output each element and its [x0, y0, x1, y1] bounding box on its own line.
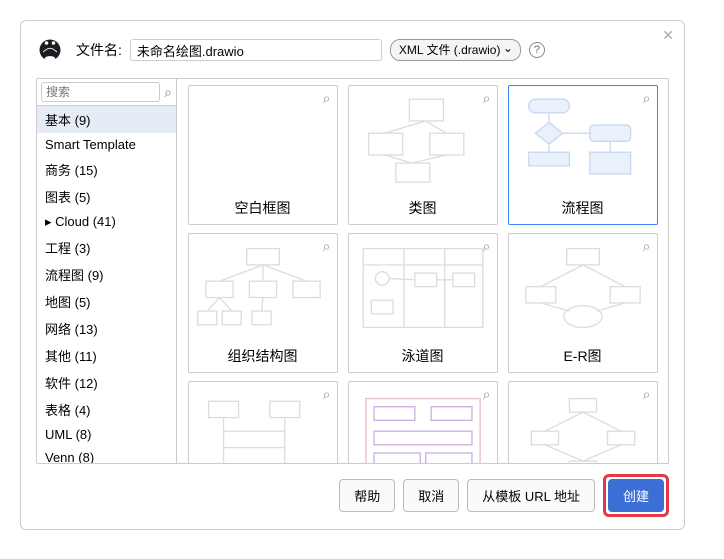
dialog-body: ⌕ 基本 (9)Smart Template商务 (15)图表 (5)▸ Clo…: [36, 78, 669, 464]
template-thumbnail: [189, 382, 337, 463]
template-label: 泳道图: [402, 342, 444, 372]
help-icon[interactable]: ?: [529, 42, 545, 58]
search-icon[interactable]: ⌕: [164, 84, 172, 101]
new-diagram-dialog: ✕ 文件名: XML 文件 (.drawio) ? ⌕ 基本 (9)Smart …: [20, 20, 685, 530]
filetype-select[interactable]: XML 文件 (.drawio): [390, 39, 521, 61]
category-item[interactable]: 商务 (15): [37, 156, 176, 183]
category-item[interactable]: 流程图 (9): [37, 261, 176, 288]
template-thumbnail: [509, 234, 657, 342]
template-thumbnail: [349, 234, 497, 342]
zoom-icon[interactable]: ⌕: [643, 386, 651, 403]
zoom-icon[interactable]: ⌕: [483, 90, 491, 107]
category-item[interactable]: ▸ Cloud (41): [37, 210, 176, 234]
close-icon[interactable]: ✕: [662, 27, 674, 44]
template-label: 流程图: [562, 194, 604, 224]
category-item[interactable]: 表格 (4): [37, 396, 176, 423]
category-item[interactable]: 图表 (5): [37, 183, 176, 210]
search-row: ⌕: [37, 79, 176, 106]
category-item[interactable]: 地图 (5): [37, 288, 176, 315]
create-button[interactable]: 创建: [608, 479, 664, 512]
template-thumbnail: [349, 382, 497, 463]
category-item[interactable]: 网络 (13): [37, 315, 176, 342]
cancel-button[interactable]: 取消: [403, 479, 459, 512]
category-item[interactable]: 软件 (12): [37, 369, 176, 396]
category-sidebar: ⌕ 基本 (9)Smart Template商务 (15)图表 (5)▸ Clo…: [37, 79, 177, 463]
zoom-icon[interactable]: ⌕: [323, 90, 331, 107]
search-input[interactable]: [41, 82, 160, 102]
template-card[interactable]: ⌕ 组织结构图: [188, 233, 338, 373]
category-item[interactable]: 工程 (3): [37, 234, 176, 261]
category-item[interactable]: UML (8): [37, 423, 176, 446]
template-card[interactable]: ⌕ 类图: [348, 85, 498, 225]
template-label: E-R图: [563, 342, 601, 372]
template-thumbnail: [509, 86, 657, 194]
template-thumbnail: [509, 382, 657, 463]
dialog-footer: 帮助 取消 从模板 URL 地址 创建: [36, 474, 669, 517]
zoom-icon[interactable]: ⌕: [483, 386, 491, 403]
template-thumbnail: [189, 86, 337, 194]
category-item[interactable]: 其他 (11): [37, 342, 176, 369]
template-label: 组织结构图: [228, 342, 298, 372]
zoom-icon[interactable]: ⌕: [643, 90, 651, 107]
template-card[interactable]: ⌕ 泳道图: [348, 233, 498, 373]
template-card[interactable]: ⌕ E-R图: [508, 233, 658, 373]
category-item[interactable]: Smart Template: [37, 133, 176, 156]
zoom-icon[interactable]: ⌕: [643, 238, 651, 255]
zoom-icon[interactable]: ⌕: [483, 238, 491, 255]
filename-input[interactable]: [130, 39, 382, 61]
template-label: 空白框图: [235, 194, 291, 224]
template-thumbnail: [349, 86, 497, 194]
zoom-icon[interactable]: ⌕: [323, 238, 331, 255]
template-content: ⌕ 空白框图 ⌕ 类图 ⌕ 流程图 ⌕ 组织结构图 ⌕ 泳道图 ⌕ E-R图 ⌕Sequence⌕Sim…: [177, 79, 668, 463]
template-label: 类图: [409, 194, 437, 224]
template-card[interactable]: ⌕Cross-: [508, 381, 658, 463]
filename-label: 文件名:: [76, 40, 122, 60]
template-grid: ⌕ 空白框图 ⌕ 类图 ⌕ 流程图 ⌕ 组织结构图 ⌕ 泳道图 ⌕ E-R图 ⌕Sequence⌕Sim…: [181, 85, 664, 463]
category-item[interactable]: Venn (8): [37, 446, 176, 463]
help-button[interactable]: 帮助: [339, 479, 395, 512]
create-highlight: 创建: [603, 474, 669, 517]
template-thumbnail: [189, 234, 337, 342]
category-list: 基本 (9)Smart Template商务 (15)图表 (5)▸ Cloud…: [37, 106, 176, 463]
template-card[interactable]: ⌕Sequence: [188, 381, 338, 463]
category-item[interactable]: 基本 (9): [37, 106, 176, 133]
zoom-icon[interactable]: ⌕: [323, 386, 331, 403]
dialog-header: 文件名: XML 文件 (.drawio) ?: [36, 36, 669, 64]
template-card[interactable]: ⌕ 空白框图: [188, 85, 338, 225]
from-url-button[interactable]: 从模板 URL 地址: [467, 479, 595, 512]
template-card[interactable]: ⌕Simple: [348, 381, 498, 463]
app-logo: [36, 36, 64, 64]
template-card[interactable]: ⌕ 流程图: [508, 85, 658, 225]
